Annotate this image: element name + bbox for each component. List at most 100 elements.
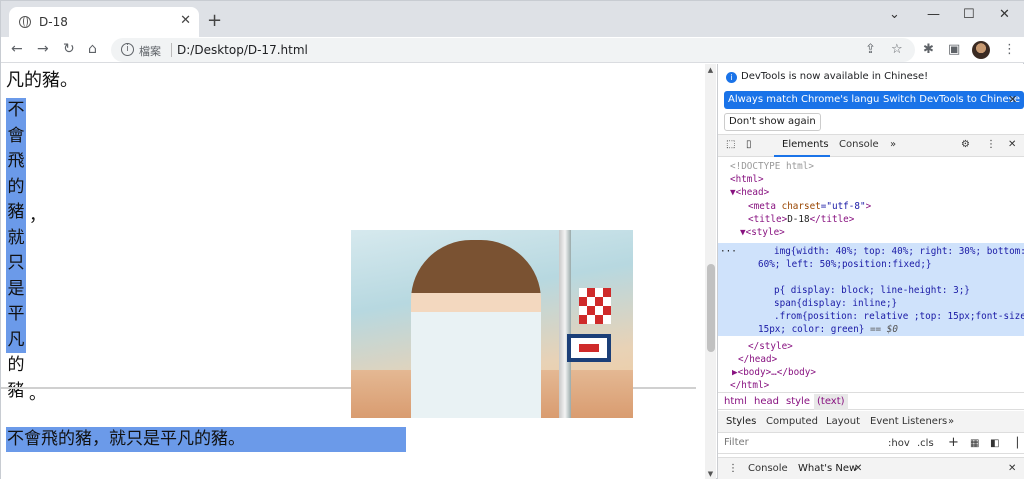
css-line-4[interactable]: span{display: inline;} xyxy=(774,297,897,310)
period-text: 。 xyxy=(29,384,46,404)
vertical-char: 就 xyxy=(6,225,26,251)
inspect-icon[interactable]: ⬚ xyxy=(726,139,735,150)
reload-button[interactable]: ↻ xyxy=(63,41,75,57)
paragraph-top: 凡的豬。 xyxy=(6,70,78,91)
tab-console[interactable]: Console xyxy=(839,139,879,150)
breadcrumb-text[interactable]: (text) xyxy=(814,394,848,410)
browser-tab[interactable]: D-18 ✕ xyxy=(9,7,199,37)
head-close-line[interactable]: </head> xyxy=(738,353,777,366)
restore-button[interactable]: ☐ xyxy=(963,7,975,22)
tab-elements[interactable]: Elements xyxy=(782,139,829,150)
star-icon[interactable]: ☆ xyxy=(891,42,903,57)
share-icon[interactable]: ⇪ xyxy=(865,42,876,57)
hov-toggle[interactable]: :hov xyxy=(888,438,910,449)
computed-sidebar-icon[interactable]: ◧ xyxy=(990,438,999,449)
kebab-menu-icon[interactable]: ⋮ xyxy=(986,139,996,150)
tab-styles[interactable]: Styles xyxy=(726,416,756,427)
url-text[interactable]: D:/Desktop/D-17.html xyxy=(177,43,308,57)
scroll-up-icon[interactable]: ▲ xyxy=(705,66,716,74)
head-open-line[interactable]: ▼<head> xyxy=(730,186,769,199)
comma-text: ， xyxy=(29,206,46,226)
title-text: D-18 xyxy=(787,214,810,225)
window-close-button[interactable]: ✕ xyxy=(999,7,1010,22)
signal-flag xyxy=(567,334,611,362)
breadcrumb-html[interactable]: html xyxy=(724,396,747,407)
forward-button[interactable]: → xyxy=(37,41,49,57)
tab-event-listeners[interactable]: Event Listeners xyxy=(870,416,947,427)
breadcrumb-style[interactable]: style xyxy=(786,396,810,407)
style-close-line[interactable]: </style> xyxy=(748,340,793,353)
devtools-panel: i DevTools is now available in Chinese! … xyxy=(717,64,1024,479)
vertical-char: 豬 xyxy=(7,380,25,401)
tab-layout[interactable]: Layout xyxy=(826,416,860,427)
css-line-1[interactable]: img{width: 40%; top: 40%; right: 30%; bo… xyxy=(774,245,1024,258)
new-tab-button[interactable]: + xyxy=(207,10,222,31)
side-panel-icon[interactable]: ▣ xyxy=(948,42,960,57)
css-line-2[interactable]: 60%; left: 50%;position:fixed;} xyxy=(758,258,932,271)
vertical-char: 的 xyxy=(7,355,25,375)
styles-filter-input[interactable]: Filter xyxy=(724,437,880,451)
vertical-char: 會 xyxy=(6,123,26,149)
illustration-image xyxy=(351,230,633,418)
tab-search-icon[interactable]: ⌄ xyxy=(889,7,900,22)
paint-icon[interactable]: ▦ xyxy=(970,438,979,449)
vertical-char: 不 xyxy=(6,98,26,124)
more-styles-tabs-icon[interactable]: » xyxy=(948,416,954,427)
vertical-char: 的 xyxy=(6,174,26,200)
style-open-line[interactable]: ▼<style> xyxy=(740,226,785,239)
globe-icon xyxy=(19,16,31,28)
whats-new-close-icon[interactable]: ✕ xyxy=(854,463,862,474)
tab-close-button[interactable]: ✕ xyxy=(180,13,191,28)
sidebar-toggle-icon[interactable]: ▕ xyxy=(1010,438,1018,449)
vertical-char: 平 xyxy=(6,302,26,328)
breadcrumb: html head style (text) xyxy=(718,392,1024,410)
vertical-char: 只 xyxy=(6,251,26,277)
cls-toggle[interactable]: .cls xyxy=(917,438,934,449)
title-bar: D-18 ✕ + ⌄ — ☐ ✕ xyxy=(1,1,1024,37)
dont-show-button[interactable]: Don't show again xyxy=(724,113,821,131)
drawer-tab-console[interactable]: Console xyxy=(748,463,788,474)
drawer-close-icon[interactable]: ✕ xyxy=(1008,463,1016,474)
match-language-button[interactable]: Always match Chrome's language xyxy=(724,91,902,109)
breadcrumb-head[interactable]: head xyxy=(754,396,779,407)
doctype-line[interactable]: <!DOCTYPE html> xyxy=(730,160,814,173)
home-button[interactable]: ⌂ xyxy=(88,41,97,57)
switch-language-button[interactable]: Switch DevTools to Chinese xyxy=(879,91,1024,109)
body-line[interactable]: ▶<body>…</body> xyxy=(732,366,816,379)
address-bar[interactable]: i 檔案 D:/Desktop/D-17.html ⇪ ☆ xyxy=(111,38,915,62)
avatar[interactable] xyxy=(972,41,990,59)
settings-icon[interactable]: ⚙ xyxy=(961,139,970,150)
meta-attr: charset xyxy=(781,201,821,212)
tab-computed[interactable]: Computed xyxy=(766,416,818,427)
site-label: 檔案 xyxy=(139,45,161,58)
scroll-down-icon[interactable]: ▼ xyxy=(705,470,716,478)
title-line[interactable]: <title>D-18</title> xyxy=(748,213,854,226)
css-line-3[interactable]: p{ display: block; line-height: 3;} xyxy=(774,284,970,297)
notice-close-icon[interactable]: ✕ xyxy=(1008,93,1017,106)
back-button[interactable]: ← xyxy=(11,41,23,57)
devtools-close-icon[interactable]: ✕ xyxy=(1008,139,1016,150)
info-icon: i xyxy=(726,72,737,83)
extensions-icon[interactable]: ✱ xyxy=(923,42,934,57)
css-line-6[interactable]: 15px; color: green} == $0 xyxy=(758,323,898,336)
scrollbar-thumb[interactable] xyxy=(707,264,715,352)
browser-toolbar: ← → ↻ ⌂ i 檔案 D:/Desktop/D-17.html ⇪ ☆ ✱ … xyxy=(1,37,1024,63)
styles-filter-row: Filter :hov .cls + ▦ ◧ ▕ xyxy=(718,434,1024,454)
title-close: </title> xyxy=(809,214,855,225)
html-close-line[interactable]: </html> xyxy=(730,379,769,392)
more-tabs-icon[interactable]: » xyxy=(890,139,896,150)
menu-icon[interactable]: ⋮ xyxy=(1003,42,1016,57)
node-dots-icon[interactable]: ··· xyxy=(720,245,737,258)
checkered-flag xyxy=(579,288,611,324)
drawer-menu-icon[interactable]: ⋮ xyxy=(728,463,738,474)
html-open-line[interactable]: <html> xyxy=(730,173,764,186)
drawer-tab-whats-new[interactable]: What's New xyxy=(798,463,857,474)
info-icon[interactable]: i xyxy=(121,43,134,56)
minimize-button[interactable]: — xyxy=(927,7,940,22)
meta-line[interactable]: <meta charset="utf-8"> xyxy=(748,200,871,213)
divider xyxy=(171,43,172,57)
notice-message: DevTools is now available in Chinese! xyxy=(741,71,929,82)
new-rule-icon[interactable]: + xyxy=(948,435,959,450)
css-line-5[interactable]: .from{position: relative ;top: 15px;font… xyxy=(774,310,1024,323)
device-toggle-icon[interactable]: ▯ xyxy=(746,139,752,150)
